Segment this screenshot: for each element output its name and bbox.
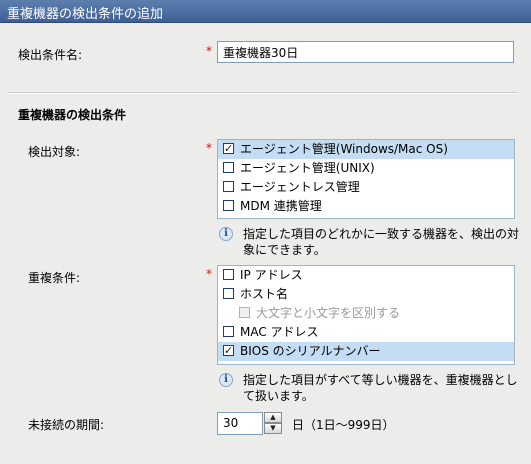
option-label: 大文字と小文字を区別する	[256, 306, 401, 320]
dialog-title-bar: 重複機器の検出条件の追加	[0, 0, 531, 23]
required-mark: *	[206, 141, 212, 155]
option-label: IP アドレス	[240, 268, 303, 282]
condition-option-mac[interactable]: MAC アドレス	[218, 323, 514, 342]
option-label: BIOS のシリアルナンバー	[240, 344, 381, 358]
target-option-unix[interactable]: エージェント管理(UNIX)	[218, 159, 514, 178]
option-label: エージェントレス管理	[240, 180, 360, 194]
offline-period-input[interactable]: 30	[217, 412, 263, 435]
duplicate-condition-label: 重複条件:	[28, 271, 81, 285]
checkbox	[239, 307, 250, 318]
checkbox[interactable]	[223, 326, 234, 337]
checkbox[interactable]: ✓	[223, 345, 234, 356]
section-title: 重複機器の検出条件	[18, 108, 127, 122]
target-hint: 指定した項目のどれかに一致する機器を、検出の対象にできます。	[243, 227, 520, 257]
target-option-windows-mac[interactable]: ✓ エージェント管理(Windows/Mac OS)	[218, 140, 514, 159]
condition-option-hostname[interactable]: ホスト名	[218, 285, 514, 304]
target-option-agentless[interactable]: エージェントレス管理	[218, 178, 514, 197]
option-label: ホスト名	[240, 287, 289, 301]
info-icon: i	[219, 227, 233, 241]
checkbox[interactable]	[223, 181, 234, 192]
condition-name-label: 検出条件名:	[18, 48, 83, 62]
dialog-title: 重複機器の検出条件の追加	[7, 7, 164, 22]
option-label: MDM 連携管理	[240, 199, 322, 213]
detection-target-list: ✓ エージェント管理(Windows/Mac OS) エージェント管理(UNIX…	[217, 139, 515, 219]
checkbox[interactable]	[223, 200, 234, 211]
option-label: エージェント管理(UNIX)	[240, 161, 375, 175]
spin-up-button[interactable]: ▲	[264, 412, 282, 423]
info-icon: i	[219, 373, 233, 387]
duplicate-condition-list: IP アドレス ホスト名 大文字と小文字を区別する MAC アドレス ✓ BIO…	[217, 265, 515, 365]
section-divider	[8, 92, 516, 94]
required-mark: *	[206, 267, 212, 281]
spin-down-button[interactable]: ▼	[264, 423, 282, 434]
required-mark: *	[206, 44, 212, 58]
checkbox[interactable]	[223, 269, 234, 280]
checkbox[interactable]	[223, 288, 234, 299]
condition-hint: 指定した項目がすべて等しい機器を、重複機器として扱います。	[243, 373, 518, 403]
target-option-mdm[interactable]: MDM 連携管理	[218, 197, 514, 216]
option-label: エージェント管理(Windows/Mac OS)	[240, 142, 448, 156]
option-label: MAC アドレス	[240, 325, 319, 339]
condition-option-ip[interactable]: IP アドレス	[218, 266, 514, 285]
offline-period-label: 未接続の期間:	[28, 418, 105, 432]
condition-name-input[interactable]: 重複機器30日	[217, 41, 514, 63]
period-unit-text: 日（1日～999日）	[292, 418, 395, 432]
checkbox[interactable]: ✓	[223, 143, 234, 154]
condition-option-bios-serial[interactable]: ✓ BIOS のシリアルナンバー	[218, 342, 514, 361]
detection-target-label: 検出対象:	[28, 145, 81, 159]
checkbox[interactable]	[223, 162, 234, 173]
condition-option-case-sensitive: 大文字と小文字を区別する	[218, 304, 514, 323]
